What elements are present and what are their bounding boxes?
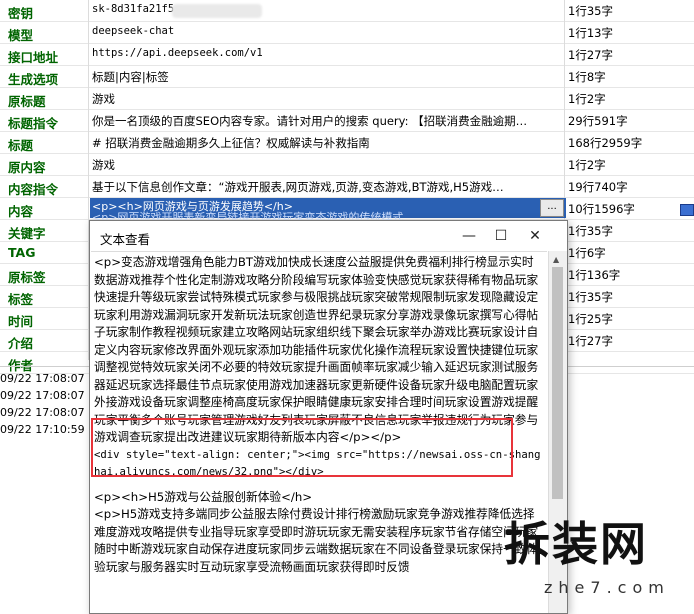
field-label: 接口地址 (8, 50, 59, 65)
log-panel: 09/22 17:08:07 09/22 17:08:07 09/22 17:0… (0, 372, 100, 440)
field-row[interactable]: 生成选项 标题|内容|标签 1行8字 (0, 66, 694, 88)
paragraph-2-heading: <p><h>H5游戏与公益服创新体验</h> (94, 489, 313, 504)
field-value[interactable]: 游戏 (92, 91, 562, 107)
field-value[interactable]: https://api.deepseek.com/v1 (92, 47, 562, 59)
watermark: 拆装网 zhe7.com (500, 508, 694, 612)
field-row[interactable]: 接口地址 https://api.deepseek.com/v1 1行27字 (0, 44, 694, 66)
dialog-title: 文本查看 (100, 232, 151, 247)
paragraph-1: <p>变态游戏增强角色能力BT游戏加快成长速度公益服提供免费福利排行榜显示实时数… (94, 255, 539, 444)
field-count: 1行35字 (568, 224, 613, 238)
field-count: 29行591字 (568, 114, 628, 128)
field-row[interactable]: 密钥 sk-8d31fa21f5 1行35字 (0, 0, 694, 22)
log-entry: 09/22 17:08:07 (0, 406, 85, 419)
field-label: 生成选项 (8, 72, 59, 87)
field-label: TAG (8, 245, 36, 260)
field-count: 10行1596字 (568, 202, 635, 216)
field-label: 原内容 (8, 160, 46, 175)
field-count: 1行35字 (568, 290, 613, 304)
field-label: 密钥 (8, 6, 34, 21)
log-entry: 09/22 17:10:59 (0, 423, 85, 436)
field-label: 介绍 (8, 336, 34, 351)
field-label: 原标题 (8, 94, 46, 109)
field-count: 168行2959字 (568, 136, 643, 150)
field-count: 1行2字 (568, 158, 606, 172)
field-row[interactable]: 原内容 游戏 1行2字 (0, 154, 694, 176)
field-label: 标签 (8, 292, 34, 307)
field-row[interactable]: 原标题 游戏 1行2字 (0, 88, 694, 110)
watermark-domain: zhe7.com (544, 578, 670, 597)
field-count: 1行35字 (568, 4, 613, 18)
field-value[interactable]: deepseek-chat (92, 25, 562, 37)
dialog-titlebar[interactable]: 文本查看 — ☐ ✕ (90, 221, 567, 251)
field-row[interactable]: 模型 deepseek-chat 1行13字 (0, 22, 694, 44)
field-count: 1行27字 (568, 334, 613, 348)
field-count: 1行6字 (568, 246, 606, 260)
minimize-button[interactable]: — (456, 225, 482, 247)
redacted-key-mask (172, 4, 262, 18)
field-count: 1行8字 (568, 70, 606, 84)
field-value[interactable]: 游戏 (92, 157, 562, 173)
field-value[interactable]: 标题|内容|标签 (92, 69, 562, 85)
scroll-thumb[interactable] (552, 267, 563, 499)
field-label: 时间 (8, 314, 34, 329)
field-count: 19行740字 (568, 180, 628, 194)
log-entry: 09/22 17:08:07 (0, 372, 85, 385)
field-value[interactable]: 基于以下信息创作文章：“游戏开服表,网页游戏,页游,变态游戏,BT游戏,H5游戏… (92, 179, 562, 195)
scroll-up-arrow-icon[interactable]: ▲ (553, 255, 559, 264)
field-label: 内容 (8, 204, 34, 219)
field-value[interactable]: sk-8d31fa21f5 (92, 3, 562, 15)
highlight-box (91, 418, 513, 477)
maximize-button[interactable]: ☐ (488, 225, 514, 247)
content-selected-cell[interactable]: <p><h>网页游戏与页游发展趋势</h> <p>网页游戏开服表新变局链接开游戏… (90, 198, 566, 224)
field-label: 标题 (8, 138, 34, 153)
paragraph-2: <p>H5游戏支持多端同步公益服去除付费设计排行榜激励玩家竞争游戏推荐降低选择难… (94, 507, 539, 574)
field-row[interactable]: 内容指令 基于以下信息创作文章：“游戏开服表,网页游戏,页游,变态游戏,BT游戏,… (0, 176, 694, 198)
field-count: 1行25字 (568, 312, 613, 326)
field-label: 原标签 (8, 270, 46, 285)
field-count: 1行27字 (568, 48, 613, 62)
field-row[interactable]: 标题 # 招联消费金融逾期多久上征信？权威解读与补救指南 168行2959字 (0, 132, 694, 154)
edit-ellipsis-button[interactable]: ... (540, 199, 564, 217)
field-label: 关键字 (8, 226, 46, 241)
field-value[interactable]: 你是一名顶级的百度SEO内容专家。请针对用户的搜索 query: 【招联消费金融… (92, 113, 562, 129)
field-row[interactable]: 标题指令 你是一名顶级的百度SEO内容专家。请针对用户的搜索 query: 【招联… (0, 110, 694, 132)
close-button[interactable]: ✕ (522, 225, 548, 247)
field-count: 1行136字 (568, 268, 621, 282)
field-value[interactable]: # 招联消费金融逾期多久上征信？权威解读与补救指南 (92, 135, 562, 151)
watermark-logo-text: 拆装网 (504, 517, 648, 571)
app-icon (680, 204, 694, 216)
field-count: 1行2字 (568, 92, 606, 106)
field-label: 模型 (8, 28, 34, 43)
log-entry: 09/22 17:08:07 (0, 389, 85, 402)
field-count: 1行13字 (568, 26, 613, 40)
field-label: 内容指令 (8, 182, 59, 197)
field-label: 标题指令 (8, 116, 59, 131)
text-view-dialog: 文本查看 — ☐ ✕ <p>变态游戏增强角色能力BT游戏加快成长速度公益服提供免… (89, 220, 568, 614)
